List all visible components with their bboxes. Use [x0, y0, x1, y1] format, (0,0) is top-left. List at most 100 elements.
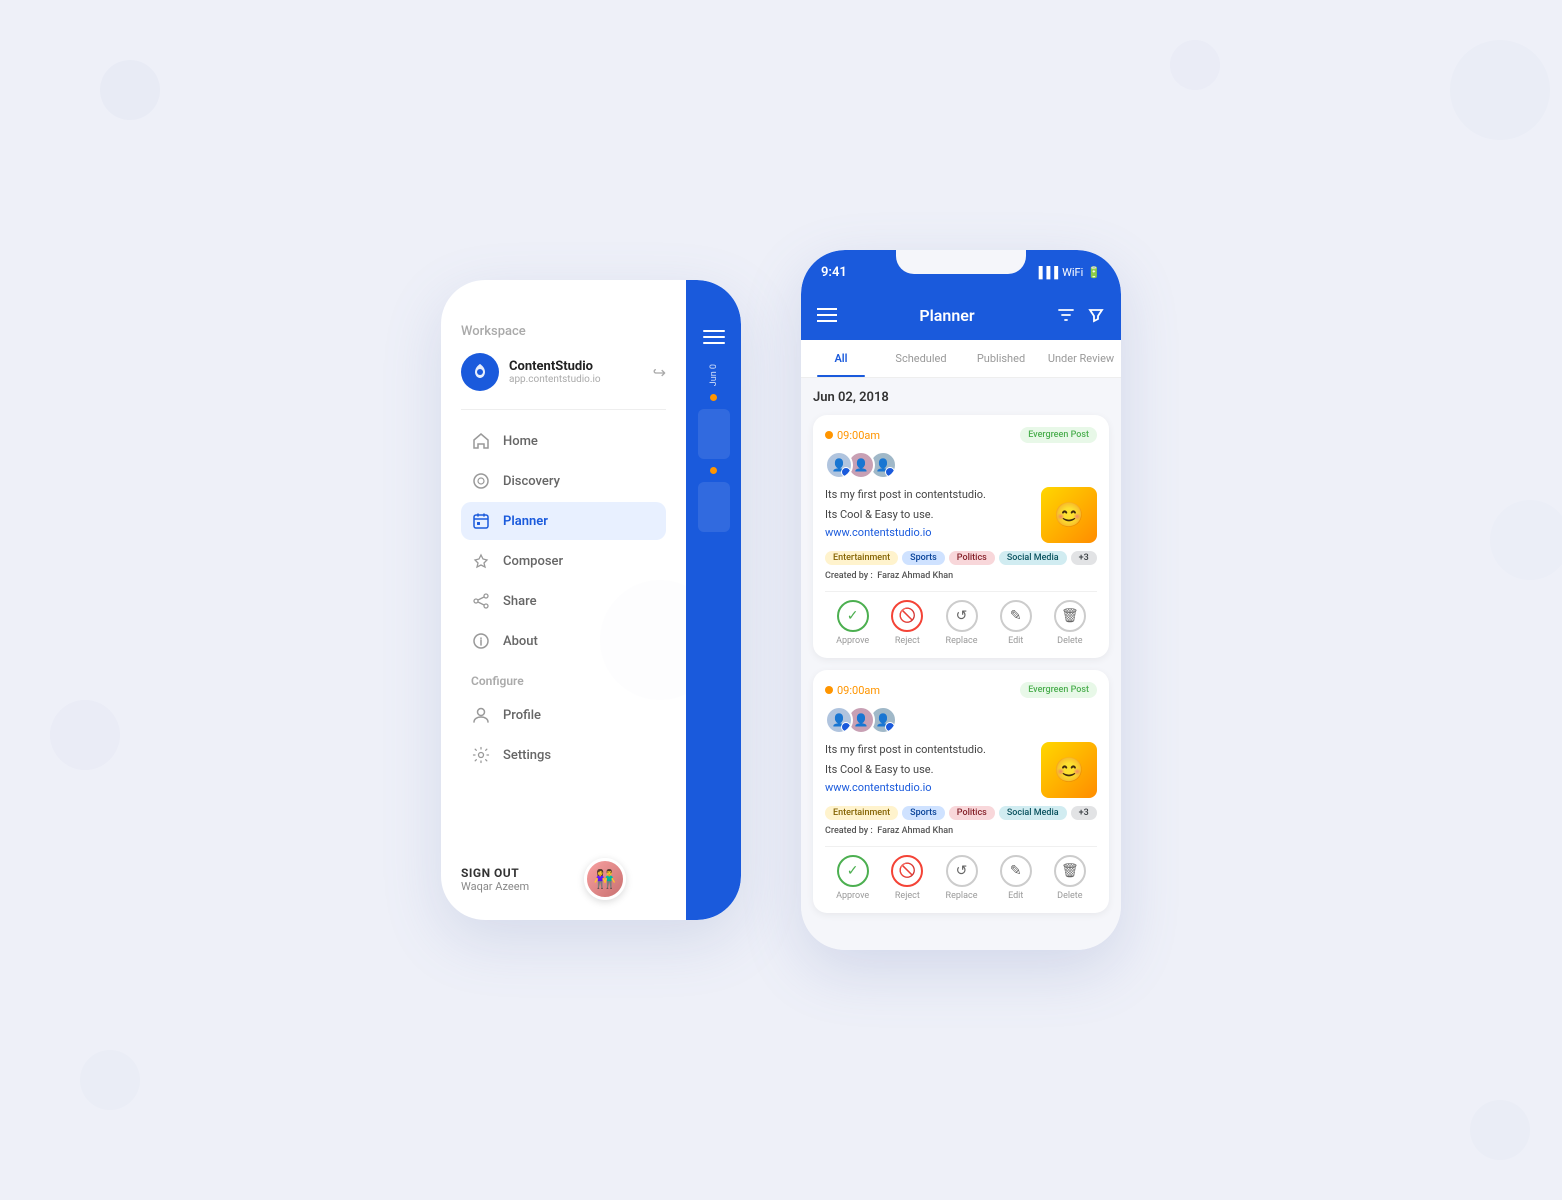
- post-2-creator: Created by : Faraz Ahmad Khan: [825, 826, 1097, 836]
- discovery-icon: [471, 471, 491, 491]
- settings-icon: [471, 745, 491, 765]
- post-1-link[interactable]: www.contentstudio.io: [825, 526, 1033, 539]
- post-card-2: 09:00am Evergreen Post 👤 👤 👤: [813, 670, 1109, 913]
- edit-label-2: Edit: [1008, 891, 1023, 901]
- home-label: Home: [503, 434, 538, 449]
- nav-item-planner[interactable]: Planner: [461, 502, 666, 540]
- tag-politics-2: Politics: [949, 806, 995, 820]
- about-label: About: [503, 634, 538, 649]
- replace-button-2[interactable]: ↺ Replace: [946, 855, 978, 901]
- post-card-2-header: 09:00am Evergreen Post: [825, 682, 1097, 698]
- wifi-icon: WiFi: [1062, 266, 1083, 279]
- planner-tabs: All Scheduled Published Under Review: [801, 340, 1121, 378]
- planner-icon: [471, 511, 491, 531]
- planner-label: Planner: [503, 514, 548, 529]
- reject-label-2: Reject: [895, 891, 920, 901]
- share-label: Share: [503, 594, 537, 609]
- tag-entertainment-2: Entertainment: [825, 806, 898, 820]
- approve-button-1[interactable]: ✓ Approve: [836, 600, 869, 646]
- approve-icon-1: ✓: [837, 600, 869, 632]
- scene: Workspace ContentStudio app.contentstudi…: [0, 0, 1562, 1200]
- reject-label-1: Reject: [895, 636, 920, 646]
- nav-item-settings[interactable]: Settings: [461, 736, 666, 774]
- post-2-actions: ✓ Approve 🚫 Reject ↺ Replace ✎: [825, 846, 1097, 901]
- status-time: 9:41: [821, 265, 847, 280]
- tag-politics-1: Politics: [949, 551, 995, 565]
- post-1-text-area: Its my first post in contentstudio. Its …: [825, 487, 1033, 543]
- nav-item-share[interactable]: Share: [461, 582, 666, 620]
- avatar-1-badge: [841, 467, 851, 477]
- post-2-time: 09:00am: [825, 684, 880, 697]
- divider-1: [461, 409, 666, 410]
- avatar-2-1-badge: [841, 722, 851, 732]
- composer-icon: [471, 551, 491, 571]
- post-1-body: Its my first post in contentstudio. Its …: [825, 487, 1097, 543]
- nav-item-about[interactable]: About: [461, 622, 666, 660]
- delete-label-2: Delete: [1057, 891, 1082, 901]
- approve-label-2: Approve: [836, 891, 869, 901]
- replace-icon-1: ↺: [946, 600, 978, 632]
- post-2-body: Its my first post in contentstudio. Its …: [825, 742, 1097, 798]
- reject-button-2[interactable]: 🚫 Reject: [891, 855, 923, 901]
- tag-sports-1: Sports: [902, 551, 945, 565]
- tag-social-1: Social Media: [999, 551, 1067, 565]
- sidebar-strip: Jun 0: [686, 280, 741, 920]
- right-phone-inner: 9:41 ▐▐▐ WiFi 🔋 Planner: [801, 250, 1121, 950]
- post-1-creator: Created by : Faraz Ahmad Khan: [825, 571, 1097, 581]
- tab-all[interactable]: All: [801, 340, 881, 377]
- brand-avatar: [461, 353, 499, 391]
- link-icon[interactable]: ↪: [653, 363, 666, 382]
- reject-icon-2: 🚫: [891, 855, 923, 887]
- filter-alt-icon[interactable]: [1057, 306, 1075, 324]
- evergreen-badge-2: Evergreen Post: [1020, 682, 1097, 698]
- reject-button-1[interactable]: 🚫 Reject: [891, 600, 923, 646]
- replace-label-2: Replace: [946, 891, 978, 901]
- delete-button-1[interactable]: 🗑 Delete: [1054, 600, 1086, 646]
- post-2-text-area: Its my first post in contentstudio. Its …: [825, 742, 1033, 798]
- time-dot-1: [825, 431, 833, 439]
- planner-content: Jun 02, 2018 09:00am Evergreen Post 👤: [801, 378, 1121, 950]
- replace-button-1[interactable]: ↺ Replace: [946, 600, 978, 646]
- delete-button-2[interactable]: 🗑 Delete: [1054, 855, 1086, 901]
- share-icon: [471, 591, 491, 611]
- planner-hamburger-icon[interactable]: [817, 308, 837, 322]
- replace-icon-2: ↺: [946, 855, 978, 887]
- nav-item-home[interactable]: Home: [461, 422, 666, 460]
- right-phone: 9:41 ▐▐▐ WiFi 🔋 Planner: [801, 250, 1121, 950]
- approve-button-2[interactable]: ✓ Approve: [836, 855, 869, 901]
- tag-entertainment-1: Entertainment: [825, 551, 898, 565]
- tag-social-2: Social Media: [999, 806, 1067, 820]
- avatar-2-1: 👤: [825, 706, 853, 734]
- profile-icon: [471, 705, 491, 725]
- nav-item-discovery[interactable]: Discovery: [461, 462, 666, 500]
- post-2-link[interactable]: www.contentstudio.io: [825, 781, 1033, 794]
- tab-published[interactable]: Published: [961, 340, 1041, 377]
- nav-item-composer[interactable]: Composer: [461, 542, 666, 580]
- right-phone-notch: [896, 250, 1026, 274]
- left-phone-notch: [531, 280, 651, 302]
- evergreen-badge-1: Evergreen Post: [1020, 427, 1097, 443]
- reject-icon-1: 🚫: [891, 600, 923, 632]
- post-2-text-line1: Its my first post in contentstudio.: [825, 742, 1033, 759]
- hamburger-icon[interactable]: [703, 330, 725, 344]
- nav-item-profile[interactable]: Profile: [461, 696, 666, 734]
- sign-out-label[interactable]: SIGN OUT: [461, 866, 529, 880]
- home-icon: [471, 431, 491, 451]
- post-2-thumbnail: 😊: [1041, 742, 1097, 798]
- post-card-1-header: 09:00am Evergreen Post: [825, 427, 1097, 443]
- tab-under-review[interactable]: Under Review: [1041, 340, 1121, 377]
- brand-row: ContentStudio app.contentstudio.io ↪: [461, 353, 666, 391]
- profile-label: Profile: [503, 708, 541, 723]
- filter-icon[interactable]: [1087, 306, 1105, 324]
- post-1-time: 09:00am: [825, 429, 880, 442]
- tab-scheduled[interactable]: Scheduled: [881, 340, 961, 377]
- left-phone: Workspace ContentStudio app.contentstudi…: [441, 280, 741, 920]
- post-1-actions: ✓ Approve 🚫 Reject ↺ Replace ✎: [825, 591, 1097, 646]
- edit-button-1[interactable]: ✎ Edit: [1000, 600, 1032, 646]
- replace-label-1: Replace: [946, 636, 978, 646]
- post-1-avatars: 👤 👤 👤: [825, 451, 1097, 479]
- edit-button-2[interactable]: ✎ Edit: [1000, 855, 1032, 901]
- tag-more-2: +3: [1071, 806, 1097, 820]
- brand-info: ContentStudio app.contentstudio.io: [509, 359, 643, 385]
- post-card-1: 09:00am Evergreen Post 👤 👤 👤: [813, 415, 1109, 658]
